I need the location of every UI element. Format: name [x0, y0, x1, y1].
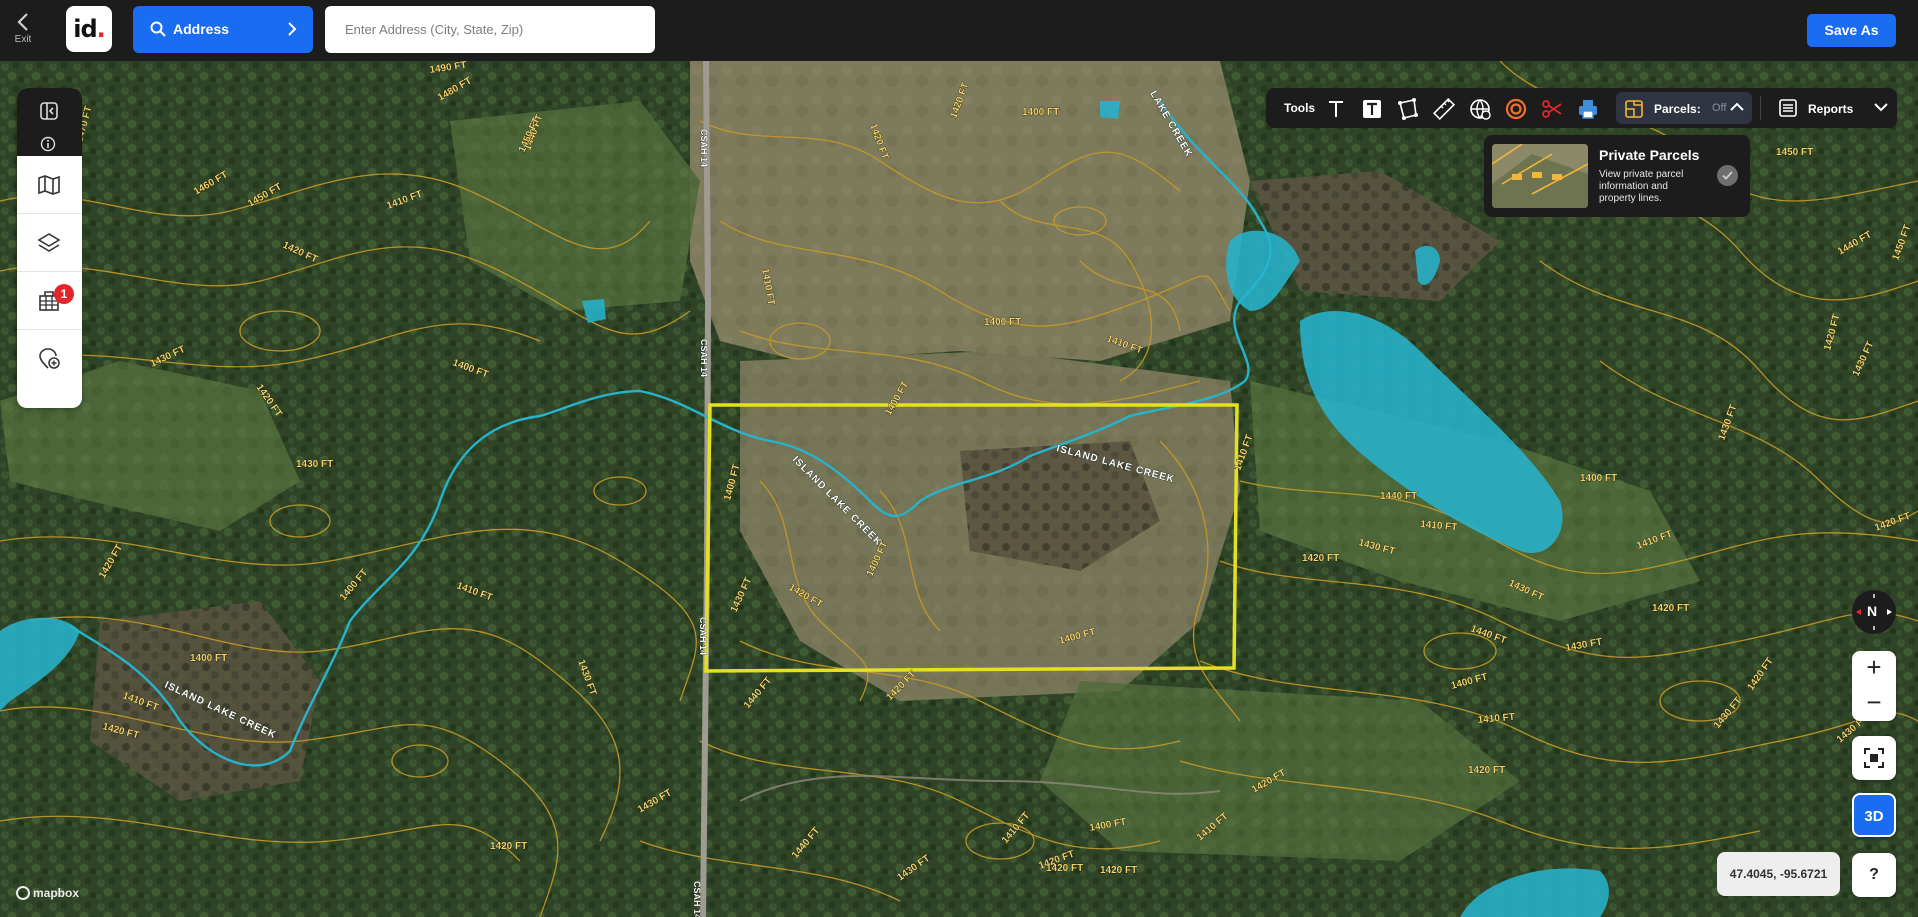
reports-label: Reports — [1808, 102, 1854, 116]
road-label: CSAH 14 — [699, 129, 709, 167]
logo-dot: . — [96, 15, 106, 43]
address-search-button[interactable]: Address — [133, 6, 313, 53]
exit-button[interactable]: Exit — [8, 10, 38, 52]
contour-label: 1420 FT — [1652, 603, 1689, 614]
parcels-status: Off — [1712, 102, 1727, 114]
contour-label: 1400 FT — [1022, 107, 1059, 118]
road-label: CSAH 14 — [699, 339, 709, 377]
search-icon — [150, 21, 166, 37]
chevron-up-icon — [1730, 102, 1744, 111]
3d-toggle-button[interactable]: 3D — [1852, 793, 1896, 837]
chevron-right-icon — [288, 22, 297, 36]
road-label: CSAH 14 — [698, 617, 708, 655]
mapbox-label: mapbox — [33, 886, 80, 900]
parcels-icon — [1625, 100, 1643, 118]
map-icon — [38, 175, 60, 195]
parcels-checkbox[interactable] — [1717, 165, 1738, 186]
left-toolbar-header — [17, 88, 82, 156]
contour-label: 1400 FT — [984, 317, 1021, 328]
tools-label: Tools — [1284, 101, 1316, 115]
tools-bar: Tools Parcels: Off Reports — [1266, 88, 1897, 128]
contour-label: 1400 FT — [1580, 473, 1617, 484]
parcels-label: Parcels: — [1654, 102, 1701, 116]
layers-button[interactable] — [17, 214, 82, 272]
contour-label: 1430 FT — [296, 459, 333, 470]
contour-label: 1420 FT — [1302, 553, 1339, 564]
map-button[interactable] — [17, 156, 82, 214]
add-location-icon — [39, 348, 60, 369]
parcels-toggle[interactable]: Parcels: Off — [1616, 92, 1752, 124]
contour-label: 1400 FT — [190, 653, 227, 664]
chevron-left-icon — [17, 13, 28, 31]
address-button-label: Address — [173, 21, 230, 37]
compass-button[interactable]: N — [1852, 590, 1896, 634]
private-parcels-title: Private Parcels — [1599, 147, 1700, 163]
mapbox-logo-icon — [16, 886, 30, 900]
contour-label: 1420 FT — [490, 841, 527, 852]
top-bar: Exit id. Address Save As — [0, 0, 1918, 61]
left-toolbar: 1 — [17, 88, 82, 408]
contour-label: 1440 FT — [1380, 491, 1417, 502]
print-icon[interactable] — [1576, 97, 1600, 121]
reports-menu[interactable]: Reports — [1778, 88, 1890, 128]
contour-label: 1450 FT — [1776, 147, 1813, 158]
save-as-button[interactable]: Save As — [1807, 14, 1896, 47]
polygon-icon[interactable] — [1396, 97, 1420, 121]
reports-icon — [1779, 99, 1797, 117]
address-input[interactable] — [325, 6, 655, 53]
scissors-icon[interactable] — [1540, 97, 1564, 121]
parcels-thumbnail — [1492, 144, 1588, 208]
coordinates-readout: 47.4045, -95.6721 — [1717, 852, 1840, 896]
compass-north-label: N — [1867, 603, 1878, 619]
panel-toggle-icon[interactable] — [39, 101, 59, 121]
text-icon[interactable] — [1324, 97, 1348, 121]
contour-label: 1420 FT — [1468, 765, 1505, 776]
frame-focus-icon — [1864, 748, 1884, 768]
radius-icon[interactable] — [1504, 97, 1528, 121]
zoom-out-button[interactable]: − — [1852, 686, 1896, 721]
private-parcels-card[interactable]: Private Parcels View private parcel info… — [1484, 135, 1750, 217]
info-icon[interactable] — [40, 136, 56, 152]
chevron-down-icon — [1874, 103, 1888, 112]
ruler-icon[interactable] — [1432, 97, 1456, 121]
toolbar-divider — [1760, 96, 1761, 120]
text-box-icon[interactable] — [1360, 97, 1384, 121]
fit-bounds-button[interactable] — [1852, 736, 1896, 780]
private-parcels-description: View private parcel information and prop… — [1599, 169, 1684, 204]
layers-icon — [37, 233, 61, 252]
mapbox-attribution[interactable]: mapbox — [16, 886, 79, 900]
zoom-controls: + − — [1852, 651, 1896, 721]
zoom-in-button[interactable]: + — [1852, 651, 1896, 686]
globe-icon[interactable] — [1468, 97, 1492, 121]
road-label: CSAH 14 — [692, 881, 702, 917]
app-logo[interactable]: id. — [66, 6, 112, 52]
add-location-button[interactable] — [17, 330, 82, 388]
contour-label: 1420 FT — [1046, 863, 1083, 874]
notification-badge: 1 — [54, 284, 74, 304]
help-button[interactable]: ? — [1852, 853, 1896, 897]
check-icon — [1722, 171, 1733, 180]
logo-text: id — [73, 15, 97, 43]
contour-label: 1420 FT — [1100, 865, 1137, 876]
properties-button[interactable]: 1 — [17, 272, 82, 330]
exit-label: Exit — [14, 34, 32, 45]
pond — [1100, 101, 1120, 119]
